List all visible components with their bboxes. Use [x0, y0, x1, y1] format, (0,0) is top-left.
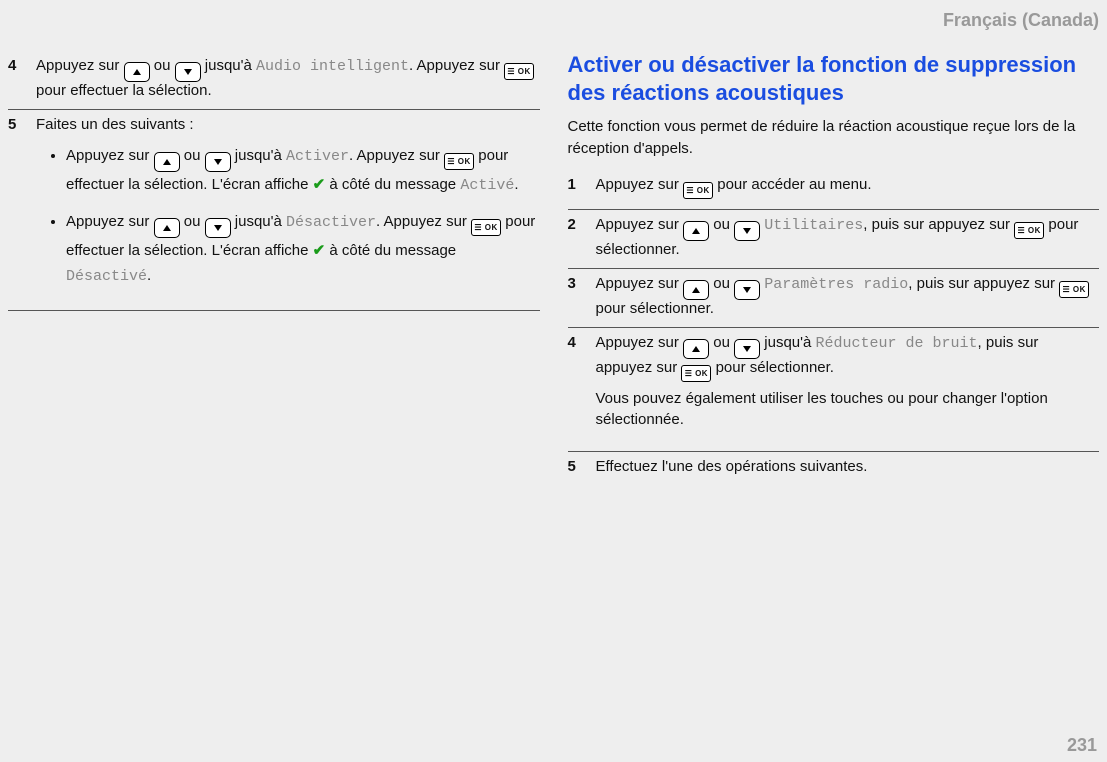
column-layout: 4 Appuyez sur ou jusqu'à Audio intellige… — [8, 51, 1099, 485]
step-body: Effectuez l'une des opérations suivantes… — [596, 458, 1100, 475]
text: Appuyez sur — [66, 147, 149, 164]
button-ok-icon: ☰ OK — [683, 182, 713, 199]
step-body: Appuyez sur ☰ OK pour accéder au menu. — [596, 176, 1100, 199]
right-column: Activer ou désactiver la fonction de sup… — [568, 51, 1100, 485]
text: jusqu'à — [235, 213, 282, 230]
step-body: Appuyez sur ou jusqu'à Audio intelligent… — [36, 57, 540, 99]
header-locale: Français (Canada) — [8, 10, 1099, 31]
text: . — [514, 176, 518, 193]
left-step-4: 4 Appuyez sur ou jusqu'à Audio intellige… — [8, 51, 540, 110]
button-down-icon — [205, 218, 231, 238]
text: ou — [713, 275, 730, 292]
step-body: Appuyez sur ou jusqu'à Réducteur de brui… — [596, 334, 1100, 442]
menu-label: Réducteur de bruit — [816, 335, 978, 352]
text: jusqu'à — [235, 147, 282, 164]
list-item: Appuyez sur ou jusqu'à Activer. Appuyez … — [66, 143, 540, 199]
menu-label: Paramètres radio — [764, 276, 908, 293]
button-ok-icon: ☰ OK — [1014, 222, 1044, 239]
step-number: 1 — [568, 176, 586, 199]
step-number: 2 — [568, 216, 586, 258]
button-down-icon — [734, 221, 760, 241]
step-body: Faites un des suivants : Appuyez sur ou … — [36, 116, 540, 300]
section-intro: Cette fonction vous permet de réduire la… — [568, 116, 1100, 160]
step-number: 5 — [568, 458, 586, 475]
button-ok-icon: ☰ OK — [444, 153, 474, 170]
menu-label: Audio intelligent — [256, 58, 409, 75]
right-step-2: 2 Appuyez sur ou Utilitaires, puis sur a… — [568, 210, 1100, 269]
checkmark-icon: ✔ — [313, 172, 326, 198]
step-body: Appuyez sur ou Utilitaires, puis sur app… — [596, 216, 1100, 258]
button-up-icon — [154, 152, 180, 172]
text: Appuyez sur — [596, 176, 679, 193]
button-up-icon — [683, 221, 709, 241]
text: . — [349, 147, 353, 164]
step-number: 4 — [8, 57, 26, 99]
text: pour sélectionner. — [596, 300, 714, 317]
text: pour effectuer la sélection. — [36, 82, 212, 99]
text: Appuyez sur — [36, 57, 119, 74]
section-heading: Activer ou désactiver la fonction de sup… — [568, 51, 1100, 106]
text: Vous pouvez également utiliser les touch… — [596, 388, 1100, 432]
text: ou — [184, 147, 201, 164]
list-item: Appuyez sur ou jusqu'à Désactiver. Appuy… — [66, 209, 540, 290]
text: Appuyez sur — [357, 147, 440, 164]
text: ou — [713, 334, 730, 351]
text: Appuyez sur — [596, 216, 679, 233]
menu-label: Activé — [460, 177, 514, 194]
text: . — [147, 267, 151, 284]
document-page: Français (Canada) 4 Appuyez sur ou jusqu… — [0, 0, 1107, 762]
text: ou — [154, 57, 171, 74]
menu-label: Désactiver — [286, 214, 376, 231]
button-down-icon — [175, 62, 201, 82]
text: Appuyez sur — [66, 213, 149, 230]
step-number: 5 — [8, 116, 26, 300]
bullet-list: Appuyez sur ou jusqu'à Activer. Appuyez … — [36, 143, 540, 290]
text: Appuyez sur — [384, 213, 467, 230]
button-down-icon — [734, 339, 760, 359]
text: jusqu'à — [205, 57, 252, 74]
text: . Appuyez sur — [409, 57, 500, 74]
checkmark-icon: ✔ — [313, 238, 326, 264]
text: à côté du message — [329, 242, 456, 259]
button-ok-icon: ☰ OK — [1059, 281, 1089, 298]
text: ou — [713, 216, 730, 233]
menu-label: Utilitaires — [764, 217, 863, 234]
menu-label: Activer — [286, 148, 349, 165]
right-step-3: 3 Appuyez sur ou Paramètres radio, puis … — [568, 269, 1100, 328]
step-number: 4 — [568, 334, 586, 442]
right-step-5: 5 Effectuez l'une des opérations suivant… — [568, 452, 1100, 485]
button-ok-icon: ☰ OK — [681, 365, 711, 382]
button-ok-icon: ☰ OK — [471, 219, 501, 236]
text: à côté du message — [329, 176, 456, 193]
button-up-icon — [683, 280, 709, 300]
text: Appuyez sur — [596, 275, 679, 292]
text: pour sélectionner. — [716, 359, 834, 376]
button-up-icon — [124, 62, 150, 82]
text: . — [376, 213, 380, 230]
page-number: 231 — [1067, 735, 1097, 756]
left-column: 4 Appuyez sur ou jusqu'à Audio intellige… — [8, 51, 540, 485]
text: Appuyez sur — [596, 334, 679, 351]
menu-label: Désactivé — [66, 268, 147, 285]
text: Faites un des suivants : — [36, 116, 194, 133]
step-number: 3 — [568, 275, 586, 317]
button-up-icon — [683, 339, 709, 359]
step-body: Appuyez sur ou Paramètres radio, puis su… — [596, 275, 1100, 317]
text: Effectuez l'une des opérations suivantes… — [596, 458, 868, 475]
button-down-icon — [734, 280, 760, 300]
right-step-4: 4 Appuyez sur ou jusqu'à Réducteur de br… — [568, 328, 1100, 453]
text: , puis sur appuyez sur — [863, 216, 1010, 233]
text: ou — [184, 213, 201, 230]
button-ok-icon: ☰ OK — [504, 63, 534, 80]
button-up-icon — [154, 218, 180, 238]
text: pour accéder au menu. — [717, 176, 871, 193]
button-down-icon — [205, 152, 231, 172]
left-step-5: 5 Faites un des suivants : Appuyez sur o… — [8, 110, 540, 311]
right-step-1: 1 Appuyez sur ☰ OK pour accéder au menu. — [568, 170, 1100, 210]
text: jusqu'à — [764, 334, 811, 351]
text: , puis sur appuyez sur — [908, 275, 1055, 292]
